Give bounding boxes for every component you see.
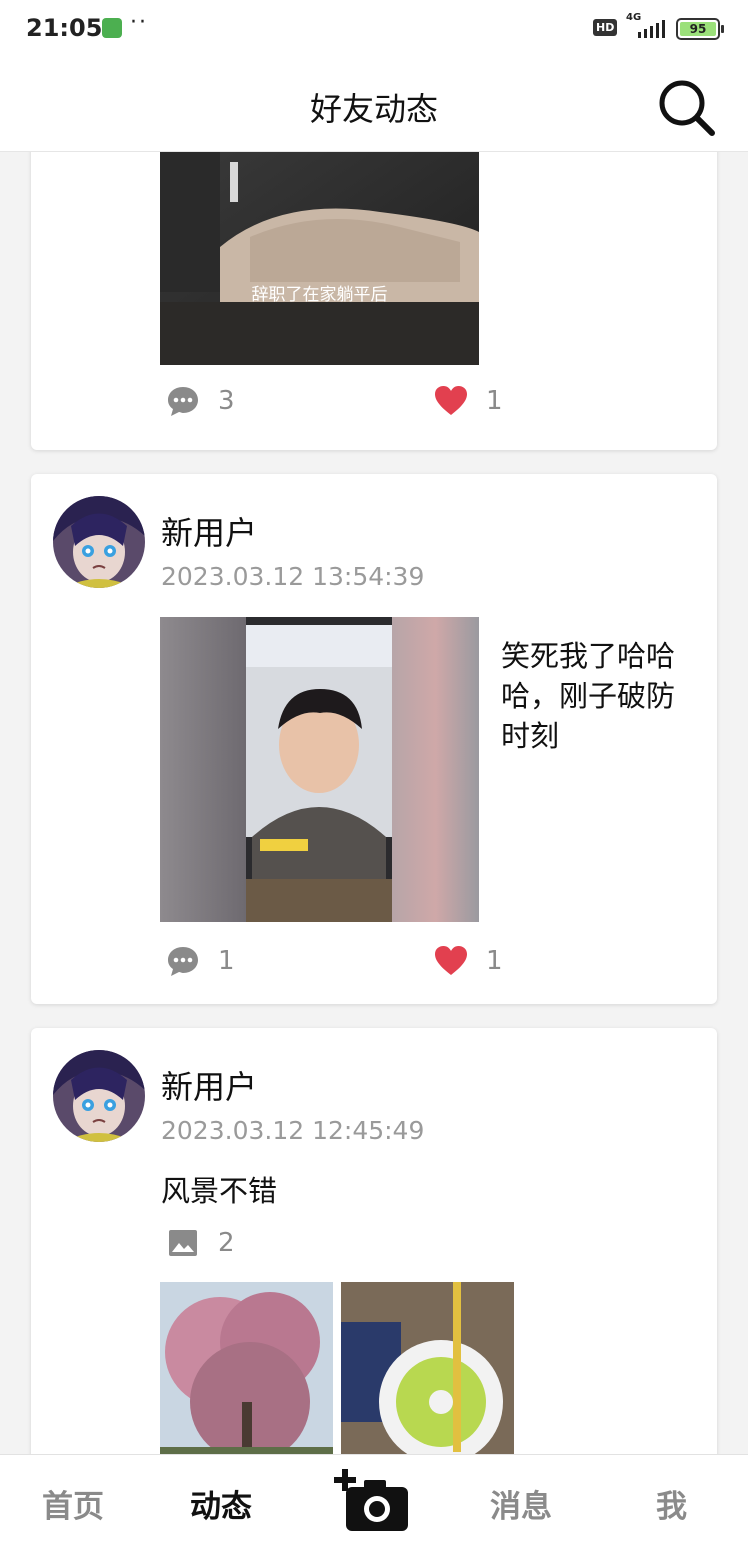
search-button[interactable] (656, 78, 718, 138)
battery-icon: 95 (676, 18, 724, 40)
heart-icon (435, 386, 467, 415)
post-time: 2023.03.12 12:45:49 (161, 1116, 425, 1145)
like-count[interactable]: 1 (434, 944, 524, 978)
search-icon (659, 80, 715, 136)
signal-icon (638, 20, 665, 38)
post-card[interactable]: 新用户 2023.03.12 13:54:39 笑死我了哈哈哈，刚子破防时刻 1… (31, 474, 717, 1004)
avatar[interactable] (53, 1050, 145, 1142)
nav-home[interactable]: 首页 (42, 1481, 104, 1526)
post-time: 2023.03.12 13:54:39 (161, 562, 425, 591)
nav-me[interactable]: 我 (656, 1481, 687, 1526)
bottom-nav: 首页 动态 消息 我 (0, 1454, 748, 1554)
post-video-thumbnail[interactable]: 辞职了在家躺平后 (160, 152, 479, 365)
comment-icon (168, 387, 198, 416)
status-bar: 21:05 ·· HD 4G 95 (0, 0, 748, 60)
post-camera-button[interactable] (334, 1469, 412, 1535)
status-dots: ·· (130, 10, 148, 35)
hd-icon: HD (593, 19, 618, 36)
post-author[interactable]: 新用户 (161, 508, 257, 554)
page-title: 好友动态 (309, 90, 438, 128)
status-time: 21:05 (26, 14, 103, 42)
app-notification-icon (102, 18, 122, 38)
post-image-1[interactable] (160, 1282, 333, 1454)
comment-count[interactable]: 1 (166, 944, 256, 978)
camera-plus-icon (334, 1469, 408, 1531)
avatar[interactable] (53, 496, 145, 588)
comment-count[interactable]: 3 (166, 384, 256, 418)
post-card[interactable]: 辞职了在家躺平后 3 1 (31, 152, 717, 450)
post-card[interactable]: 新用户 2023.03.12 12:45:49 风景不错 2 (31, 1028, 717, 1454)
feed-list[interactable]: 辞职了在家躺平后 3 1 新用户 2023.03.12 13:54:39 笑死我… (0, 152, 748, 1454)
heart-icon (435, 946, 467, 975)
app-header: 好友动态 (0, 60, 748, 152)
post-text: 风景不错 (161, 1174, 278, 1208)
post-text: 笑死我了哈哈哈，刚子破防时刻 (501, 639, 676, 753)
like-count[interactable]: 1 (434, 384, 524, 418)
post-image-2[interactable] (341, 1282, 514, 1454)
image-count: 2 (166, 1226, 256, 1260)
post-video-thumbnail[interactable] (160, 617, 479, 922)
image-icon (169, 1230, 197, 1256)
nav-feed[interactable]: 动态 (190, 1481, 252, 1526)
comment-icon (168, 947, 198, 976)
nav-messages[interactable]: 消息 (490, 1481, 552, 1526)
video-caption: 辞职了在家躺平后 (251, 285, 388, 305)
battery-level: 95 (680, 22, 716, 36)
post-author[interactable]: 新用户 (161, 1062, 257, 1108)
